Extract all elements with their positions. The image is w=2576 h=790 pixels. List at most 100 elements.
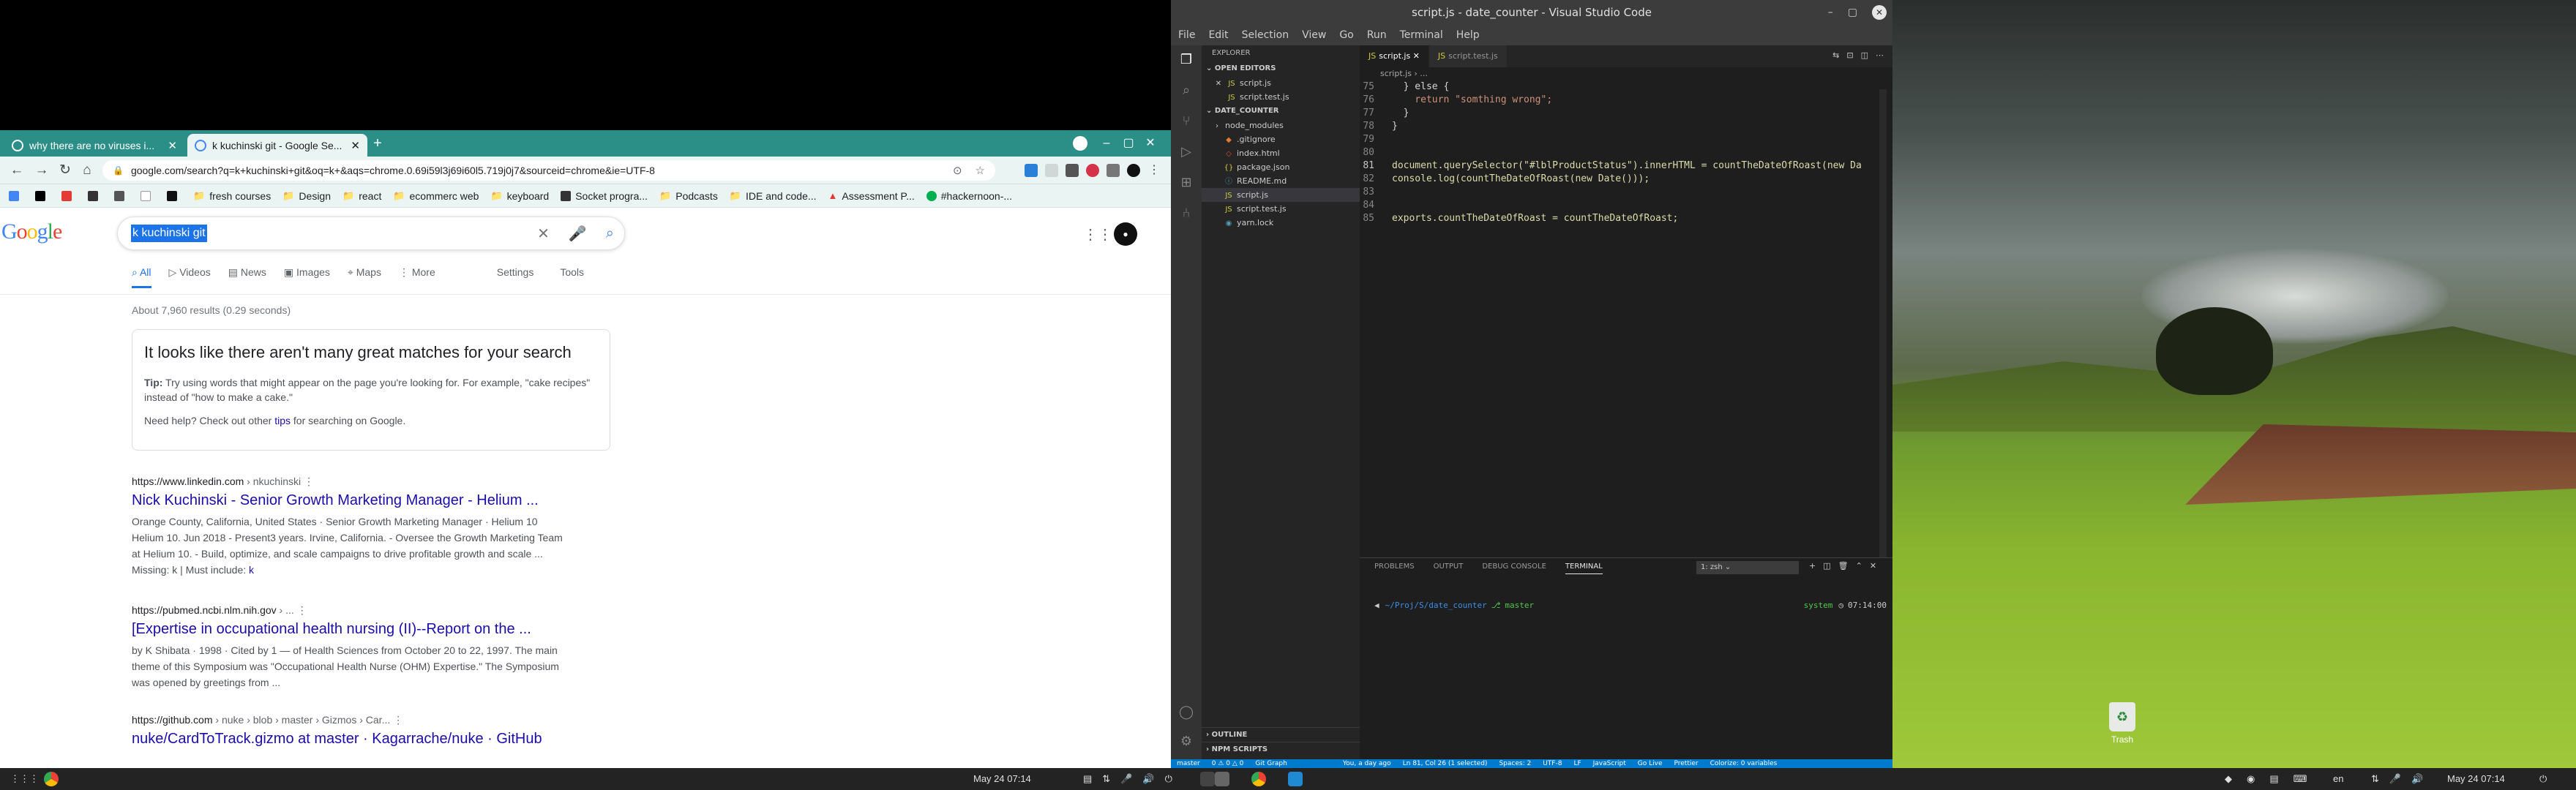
extensions-icon[interactable]: ⊞	[1177, 174, 1195, 192]
tab-images[interactable]: ▣ Images	[284, 266, 330, 279]
close-tab-icon[interactable]: ✕	[345, 139, 360, 152]
extension-icon[interactable]	[1025, 164, 1038, 177]
tab-news[interactable]: ▤ News	[228, 266, 266, 279]
workspace-icon[interactable]	[1200, 772, 1215, 786]
tree-folder[interactable]: › node_modules	[1202, 118, 1360, 132]
tab-more[interactable]: ⋮ More	[399, 266, 435, 279]
new-terminal-icon[interactable]: +	[1809, 561, 1816, 571]
status-language[interactable]: JavaScript	[1593, 760, 1626, 767]
search-icon[interactable]: ⌕	[606, 225, 614, 242]
close-tab-icon[interactable]: ✕	[162, 139, 177, 152]
status-go-live[interactable]: Go Live	[1638, 760, 1663, 767]
result-title[interactable]: [Expertise in occupational health nursin…	[132, 621, 600, 638]
code-editor[interactable]: 75 } else { 76 return "somthing wrong"; …	[1360, 80, 1892, 227]
tab-debug-console[interactable]: DEBUG CONSOLE	[1482, 563, 1546, 574]
tab-problems[interactable]: PROBLEMS	[1374, 563, 1415, 574]
bookmark-folder[interactable]: 📁 fresh courses	[193, 190, 271, 202]
menu-file[interactable]: File	[1178, 29, 1195, 41]
close-window-icon[interactable]: ✕	[1142, 135, 1159, 152]
tips-link[interactable]: tips	[274, 415, 291, 426]
account-icon[interactable]: ◯	[1177, 704, 1195, 721]
status-colorize[interactable]: Colorize: 0 variables	[1710, 760, 1778, 767]
vscode-tray-icon[interactable]: ◆	[2225, 771, 2232, 787]
notes-icon[interactable]: ▤	[2269, 771, 2278, 787]
bookmark-star-icon[interactable]: ☆	[976, 164, 985, 177]
apps-menu-icon[interactable]: ⋮⋮⋮	[10, 771, 39, 787]
settings-link[interactable]: Settings	[497, 266, 534, 278]
bookmark-link[interactable]: Socket progra...	[561, 190, 648, 202]
editor-tab[interactable]: JS script.test.js	[1429, 45, 1508, 67]
address-bar[interactable]: 🔒 google.com/search?q=k+kuchinski+git&oq…	[102, 160, 995, 181]
mic-icon[interactable]: 🎤	[2389, 771, 2401, 787]
tab-maps[interactable]: ⌖ Maps	[348, 266, 381, 279]
power-icon[interactable]: ⏻	[2539, 771, 2547, 787]
settings-gear-icon[interactable]: ⚙	[1177, 733, 1195, 750]
forward-icon[interactable]: →	[32, 161, 51, 180]
browser-tab-2[interactable]: k kuchinski git - Google Se... ✕	[187, 134, 367, 157]
close-panel-icon[interactable]: ✕	[1870, 561, 1876, 571]
npm-scripts-section[interactable]: › NPM SCRIPTS	[1202, 742, 1360, 756]
status-indent[interactable]: Spaces: 2	[1499, 760, 1531, 767]
new-tab-button[interactable]: +	[370, 136, 385, 151]
power-icon[interactable]: ⏻	[1165, 771, 1172, 787]
notes-icon[interactable]: ▤	[1083, 771, 1092, 787]
discord-icon[interactable]: ◉	[2247, 771, 2255, 787]
editor-tab[interactable]: JS script.js ✕	[1360, 45, 1429, 67]
chrome-taskbar-icon[interactable]	[44, 772, 59, 786]
back-icon[interactable]: ←	[7, 161, 26, 180]
bookmark-link[interactable]: ▲ Assessment P...	[828, 190, 915, 202]
tools-link[interactable]: Tools	[560, 266, 584, 278]
tree-file[interactable]: JS script.js	[1202, 188, 1360, 202]
minimize-icon[interactable]: –	[1828, 7, 1833, 18]
keyboard-icon[interactable]: ⌨	[2294, 771, 2307, 787]
tab-all[interactable]: ⌕ All	[132, 266, 151, 288]
open-editor-item[interactable]: JS script.test.js	[1202, 90, 1360, 104]
close-icon[interactable]: ✕	[1413, 51, 1420, 61]
close-icon[interactable]: ✕	[1213, 77, 1224, 91]
breadcrumb[interactable]: script.js › ...	[1360, 67, 1428, 80]
maximize-panel-icon[interactable]: ⌃	[1856, 561, 1862, 571]
mic-icon[interactable]: 🎤	[1120, 771, 1132, 787]
bookmark-folder[interactable]: 📁 Podcasts	[659, 190, 718, 202]
result-title[interactable]: nuke/CardToTrack.gizmo at master · Kagar…	[132, 731, 600, 748]
tree-file[interactable]: JS script.test.js	[1202, 202, 1360, 216]
tree-file[interactable]: {} package.json	[1202, 160, 1360, 174]
open-changes-icon[interactable]: ⊡	[1846, 50, 1853, 60]
menu-terminal[interactable]: Terminal	[1400, 29, 1443, 41]
terminal-prompt[interactable]: ◀ ~/Proj/S/date_counter ⎇ master system …	[1374, 601, 1887, 610]
editor-scrollbar[interactable]	[1879, 89, 1887, 557]
search-icon[interactable]: ⌕	[1177, 82, 1195, 99]
status-problems[interactable]: 0 ⚠ 0 △ 0	[1212, 760, 1244, 767]
tree-file[interactable]: ⓘ README.md	[1202, 174, 1360, 188]
open-editors-section[interactable]: ⌄ OPEN EDITORS	[1202, 61, 1360, 76]
result-url[interactable]: https://pubmed.ncbi.nlm.nih.gov › ... ⋮	[132, 604, 600, 617]
menu-selection[interactable]: Selection	[1242, 29, 1289, 41]
open-editor-item[interactable]: ✕ JS script.js	[1202, 76, 1360, 90]
split-terminal-icon[interactable]: ◫	[1823, 561, 1830, 571]
run-debug-icon[interactable]: ▷	[1177, 143, 1195, 161]
menu-view[interactable]: View	[1302, 29, 1326, 41]
bookmark-folder[interactable]: 📁 Design	[282, 190, 331, 202]
explorer-icon[interactable]: ❐	[1177, 51, 1195, 69]
language-indicator[interactable]: en	[2333, 771, 2343, 787]
result-menu-icon[interactable]: ⋮	[297, 604, 307, 616]
tab-terminal[interactable]: TERMINAL	[1565, 563, 1603, 574]
kebab-menu-icon[interactable]: ⋮	[1147, 164, 1161, 177]
status-prettier[interactable]: Prettier	[1674, 760, 1699, 767]
browser-tab-1[interactable]: why there are no viruses i... ✕	[4, 134, 184, 157]
outline-section[interactable]: › OUTLINE	[1202, 727, 1360, 742]
volume-icon[interactable]: 🔊	[1142, 771, 1154, 787]
terminal-select[interactable]: 1: zsh ⌄	[1696, 561, 1799, 574]
split-editor-icon[interactable]: ◫	[1861, 50, 1868, 60]
tab-output[interactable]: OUTPUT	[1434, 563, 1464, 574]
vscode-taskbar-icon[interactable]	[1288, 772, 1303, 786]
volume-icon[interactable]: 🔊	[2411, 771, 2423, 787]
profile-icon[interactable]	[1073, 136, 1087, 151]
location-icon[interactable]: ⊙	[953, 164, 962, 177]
extension-icon[interactable]	[1086, 164, 1099, 177]
status-branch[interactable]: master	[1177, 760, 1200, 767]
more-actions-icon[interactable]: ⋯	[1876, 50, 1884, 60]
network-icon[interactable]: ⇅	[2371, 771, 2379, 787]
result-menu-icon[interactable]: ⋮	[304, 475, 314, 487]
bookmark-folder[interactable]: 📁 react	[342, 190, 381, 202]
